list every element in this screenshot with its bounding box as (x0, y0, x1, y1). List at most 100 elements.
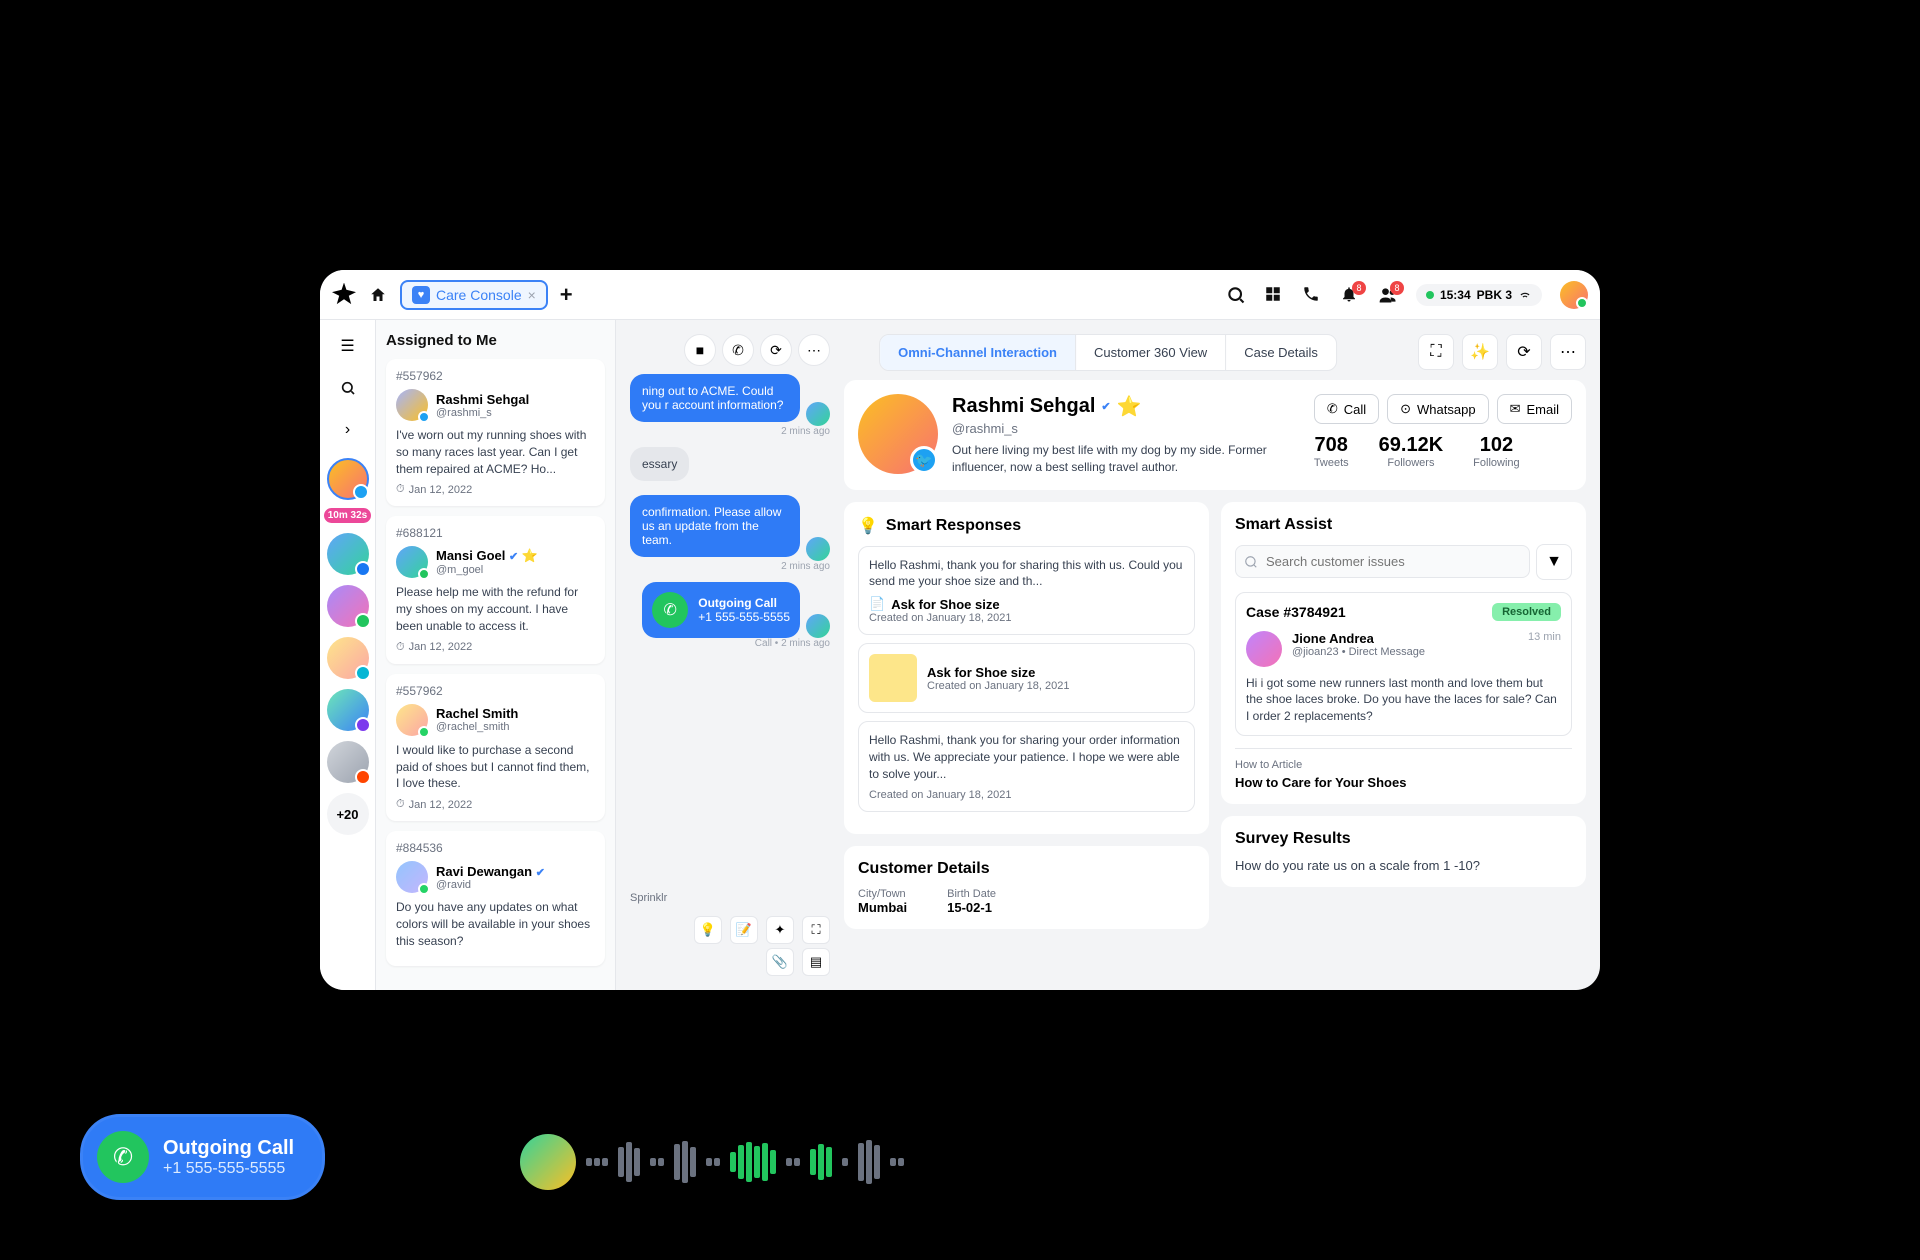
chevron-right-icon[interactable]: › (330, 412, 366, 448)
footer-label: Sprinklr (630, 886, 830, 910)
whatsapp-button[interactable]: ⊙ Whatsapp (1387, 394, 1488, 424)
menu-icon[interactable]: ☰ (330, 328, 366, 364)
status-label: PBK 3 (1477, 288, 1512, 302)
response-item[interactable]: Hello Rashmi, thank you for sharing this… (858, 546, 1195, 636)
bell-icon[interactable]: 8 (1340, 285, 1360, 305)
video-icon[interactable]: ■ (684, 334, 716, 366)
assigned-title: Assigned to Me (386, 332, 605, 349)
home-icon[interactable] (368, 285, 388, 305)
case-card[interactable]: #557962 Rachel Smith@rachel_smith I woul… (386, 674, 605, 821)
tab-omni-channel[interactable]: Omni-Channel Interaction (880, 335, 1076, 370)
view-tabs: Omni-Channel Interaction Customer 360 Vi… (879, 334, 1337, 371)
conversation-avatar[interactable] (327, 637, 369, 679)
star-icon: ⭐ (1117, 394, 1142, 419)
sprinklr-icon[interactable]: ✦ (766, 916, 794, 944)
conversation-avatar[interactable] (327, 458, 369, 500)
people-icon[interactable]: 8 (1378, 285, 1398, 305)
bulb-icon[interactable]: 💡 (694, 916, 722, 944)
filter-icon[interactable]: ▼ (1536, 544, 1572, 580)
tab-label: Care Console (436, 287, 522, 303)
expand-icon[interactable]: ⛶ (802, 916, 830, 944)
chat-message: ning out to ACME. Could you r account in… (630, 374, 800, 422)
case-card[interactable]: #688121 Mansi Goel ✔ ⭐@m_goel Please hel… (386, 516, 605, 663)
avatar (806, 537, 830, 561)
conversation-avatar[interactable] (327, 533, 369, 575)
tab-customer-360[interactable]: Customer 360 View (1076, 335, 1226, 370)
profile-card: 🐦 Rashmi Sehgal ✔ ⭐ @rashmi_s Out here l… (844, 380, 1586, 490)
case-id: #557962 (396, 369, 595, 383)
time-label: 15:34 (1440, 288, 1471, 302)
email-button[interactable]: ✉ Email (1497, 394, 1572, 424)
more-icon[interactable]: ⋯ (798, 334, 830, 366)
profile-bio: Out here living my best life with my dog… (952, 442, 1300, 476)
tab-case-details[interactable]: Case Details (1226, 335, 1336, 370)
people-badge: 8 (1390, 281, 1404, 295)
phone-icon[interactable]: ✆ (722, 334, 754, 366)
status-pill[interactable]: 15:34 PBK 3 (1416, 284, 1542, 306)
article-link[interactable]: How to Care for Your Shoes (1235, 775, 1572, 790)
notif-badge: 8 (1352, 281, 1366, 295)
profile-name: Rashmi Sehgal (952, 395, 1095, 418)
doc-icon: 📄 (869, 596, 885, 612)
clock-icon: ⏱ (396, 483, 405, 496)
template-icon[interactable]: ▤ (802, 948, 830, 976)
wand-icon[interactable]: ✨ (1462, 334, 1498, 370)
floating-call-pill[interactable]: ✆ Outgoing Call+1 555-555-5555 (80, 1114, 325, 1200)
twitter-icon: 🐦 (910, 446, 938, 474)
more-icon[interactable]: ⋯ (1550, 334, 1586, 370)
search-icon[interactable] (330, 370, 366, 406)
note-icon[interactable]: 📝 (730, 916, 758, 944)
avatar (1246, 631, 1282, 667)
phone-icon: ✆ (652, 592, 688, 628)
star-icon: ⭐ (522, 548, 538, 563)
verified-icon: ✔ (509, 551, 518, 563)
tab-care-console[interactable]: ♥ Care Console × (400, 280, 548, 310)
customer-details-card: Customer Details City/TownMumbai Birth D… (844, 846, 1209, 929)
search-icon[interactable] (1226, 285, 1246, 305)
verified-icon: ✔ (1101, 400, 1110, 413)
heart-icon: ♥ (412, 286, 430, 304)
case-card[interactable]: #557962 Rashmi Sehgal@rashmi_s I've worn… (386, 359, 605, 506)
phone-icon[interactable] (1302, 285, 1322, 305)
timer-badge: 10m 32s (324, 508, 371, 523)
smart-responses-card: 💡Smart Responses Hello Rashmi, thank you… (844, 502, 1209, 834)
chat-message: essary (630, 447, 689, 481)
add-tab-button[interactable]: + (560, 282, 573, 308)
avatar (806, 614, 830, 638)
phone-icon: ✆ (97, 1131, 149, 1183)
survey-card: Survey Results How do you rate us on a s… (1221, 816, 1586, 887)
chat-message: confirmation. Please allow us an update … (630, 495, 800, 557)
left-rail: ☰ › 10m 32s +20 (320, 320, 376, 990)
smart-assist-card: Smart Assist ▼ Case #3784921Resolved (1221, 502, 1586, 804)
response-item[interactable]: Hello Rashmi, thank you for sharing your… (858, 721, 1195, 811)
logo-icon (332, 283, 356, 307)
case-card[interactable]: #884536 Ravi Dewangan ✔@ravid Do you hav… (386, 831, 605, 965)
more-conversations[interactable]: +20 (327, 793, 369, 835)
conversation-avatar[interactable] (327, 585, 369, 627)
user-avatar[interactable] (1560, 281, 1588, 309)
thumbnail (869, 654, 917, 702)
conversation-avatar[interactable] (327, 741, 369, 783)
wifi-icon (1518, 288, 1532, 302)
apps-icon[interactable] (1264, 285, 1284, 305)
resolved-badge: Resolved (1492, 603, 1561, 621)
outgoing-call-block[interactable]: ✆Outgoing Call+1 555-555-5555 (642, 582, 800, 638)
refresh-icon[interactable]: ⟳ (1506, 334, 1542, 370)
caller-avatar (520, 1134, 576, 1190)
assigned-panel: Assigned to Me #557962 Rashmi Sehgal@ras… (376, 320, 616, 990)
online-dot-icon (1426, 291, 1434, 299)
profile-handle: @rashmi_s (952, 421, 1300, 436)
search-input[interactable] (1235, 545, 1530, 578)
audio-waveform (520, 1134, 904, 1190)
response-item[interactable]: Ask for Shoe sizeCreated on January 18, … (858, 643, 1195, 713)
app-header: ♥ Care Console × + 8 8 15:34 PBK 3 (320, 270, 1600, 320)
close-icon[interactable]: × (528, 287, 536, 303)
call-button[interactable]: ✆ Call (1314, 394, 1379, 424)
refresh-icon[interactable]: ⟳ (760, 334, 792, 366)
attach-icon[interactable]: 📎 (766, 948, 794, 976)
expand-icon[interactable]: ⛶ (1418, 334, 1454, 370)
bulb-icon: 💡 (858, 516, 878, 536)
profile-avatar: 🐦 (858, 394, 938, 474)
conversation-avatar[interactable] (327, 689, 369, 731)
verified-icon: ✔ (536, 867, 545, 879)
